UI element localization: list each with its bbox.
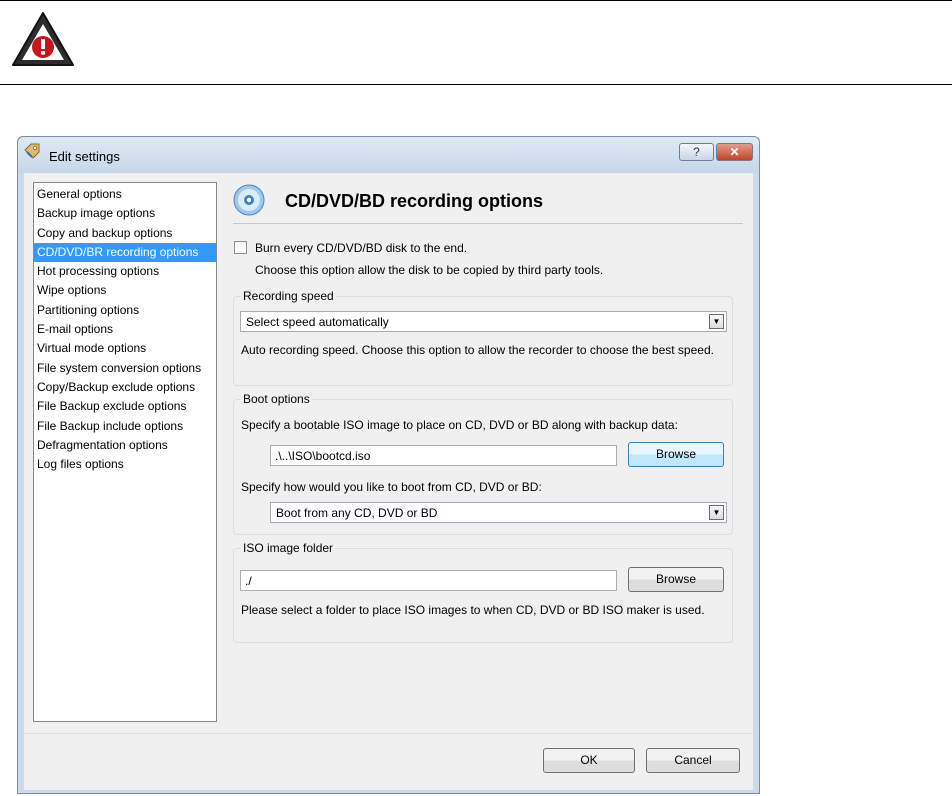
boot-method-prompt: Specify how would you like to boot from …	[241, 480, 542, 494]
nav-item[interactable]: E-mail options	[34, 320, 216, 339]
iso-folder-path-input[interactable]	[241, 571, 616, 590]
boot-iso-path-input[interactable]	[271, 446, 616, 465]
boot-iso-path-field[interactable]	[270, 445, 617, 466]
top-rule	[0, 0, 952, 1]
nav-item[interactable]: CD/DVD/BR recording options	[34, 242, 216, 263]
iso-folder-group	[233, 548, 733, 643]
edit-settings-dialog: Edit settings ? ✕ General options Backup …	[17, 136, 760, 794]
nav-item[interactable]: Defragmentation options	[34, 436, 216, 455]
burn-to-end-hint: Choose this option allow the disk to be …	[255, 263, 604, 277]
chevron-down-icon[interactable]: ▼	[709, 314, 724, 329]
recording-speed-label: Recording speed	[241, 289, 336, 303]
cancel-button[interactable]: Cancel	[646, 748, 740, 773]
iso-folder-path-field[interactable]	[240, 570, 617, 591]
title-divider	[233, 223, 743, 224]
dialog-client-area: General options Backup image options Copy …	[24, 173, 753, 790]
nav-item[interactable]: Hot processing options	[34, 262, 216, 281]
doc-link-part2[interactable]: ​	[103, 40, 175, 58]
nav-item[interactable]: Partitioning options	[34, 301, 216, 320]
dialog-footer: OK Cancel	[24, 733, 753, 790]
settings-category-list[interactable]: General options Backup image options Copy …	[33, 182, 217, 722]
iso-folder-browse-button[interactable]: Browse	[628, 567, 724, 592]
recording-speed-value: Select speed automatically	[246, 315, 389, 329]
boot-method-select[interactable]: Boot from any CD, DVD or BD ▼	[270, 502, 727, 523]
nav-item[interactable]: Copy/Backup exclude options	[34, 378, 216, 397]
boot-options-label: Boot options	[241, 392, 312, 406]
nav-item[interactable]: File Backup include options	[34, 417, 216, 436]
iso-folder-hint: Please select a folder to place ISO imag…	[241, 603, 705, 617]
dialog-titlebar: Edit settings ? ✕	[18, 137, 759, 173]
nav-item[interactable]: Copy and backup options	[34, 224, 216, 243]
nav-item[interactable]: Log files options	[34, 455, 216, 474]
bottom-rule	[0, 84, 952, 85]
page-title: CD/DVD/BD recording options	[285, 191, 544, 211]
chevron-down-icon[interactable]: ▼	[709, 505, 724, 520]
ok-button[interactable]: OK	[543, 748, 635, 773]
recording-speed-hint: Auto recording speed. Choose this option…	[241, 343, 714, 357]
boot-iso-browse-button[interactable]: Browse	[628, 442, 724, 467]
nav-item[interactable]: Wipe options	[34, 281, 216, 300]
boot-method-value: Boot from any CD, DVD or BD	[276, 506, 438, 520]
close-button[interactable]: ✕	[716, 143, 753, 161]
iso-image-prompt: Specify a bootable ISO image to place on…	[241, 418, 678, 432]
settings-tag-icon	[24, 143, 40, 159]
recording-speed-group	[233, 296, 733, 386]
nav-item[interactable]: General options	[34, 185, 216, 204]
warning-icon	[12, 12, 74, 66]
iso-folder-label: ISO image folder	[241, 541, 336, 555]
recording-speed-select[interactable]: Select speed automatically ▼	[240, 311, 727, 332]
help-button[interactable]: ?	[679, 143, 714, 161]
settings-panel: CD/DVD/BD recording options Burn every C…	[224, 173, 753, 733]
nav-item[interactable]: Backup image options	[34, 204, 216, 223]
burn-to-end-label: Burn every CD/DVD/BD disk to the end.	[255, 241, 468, 255]
nav-item[interactable]: Virtual mode options	[34, 339, 216, 358]
dialog-title: Edit settings	[49, 149, 120, 164]
doc-link-part1[interactable]: ​	[735, 18, 930, 36]
burn-to-end-checkbox[interactable]	[234, 241, 247, 254]
nav-item[interactable]: File Backup exclude options	[34, 397, 216, 416]
nav-item[interactable]: File system conversion options	[34, 359, 216, 378]
cd-icon	[233, 184, 265, 216]
